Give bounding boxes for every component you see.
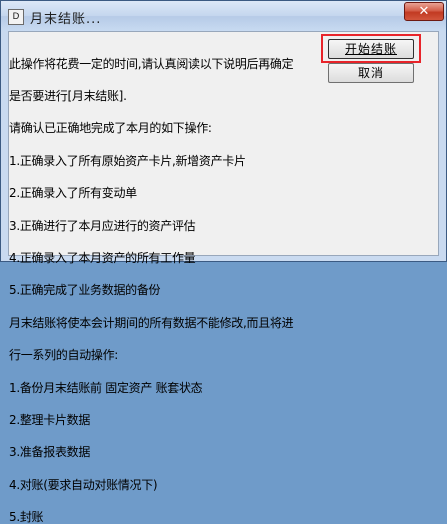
start-closing-label: 开始结账 (344, 42, 397, 56)
message-line: 2.正确录入了所有变动单 (9, 186, 137, 201)
dialog-body: 此操作将花费一定的时间,请认真阅读以下说明后再确定 是否要进行[月末结账]. 请… (8, 31, 439, 523)
message-line: 3.正确进行了本月应进行的资产评估 (9, 218, 196, 233)
close-button[interactable]: ✕ (404, 2, 444, 21)
start-closing-button[interactable]: 开始结账 (328, 39, 414, 59)
message-line: 请确认已正确地完成了本月的如下操作: (9, 121, 212, 136)
message-line: 1.正确录入了所有原始资产卡片,新增资产卡片 (9, 153, 246, 168)
message-line: 1.备份月末结账前 固定资产 账套状态 (9, 380, 203, 395)
message-line: 月末结账将使本会计期间的所有数据不能修改,而且将进 (9, 315, 294, 330)
message-line: 行一系列的自动操作: (9, 348, 119, 363)
message-line: 是否要进行[月末结账]. (9, 88, 127, 103)
message-line: 此操作将花费一定的时间,请认真阅读以下说明后再确定 (9, 56, 294, 71)
message-line: 4.正确录入了本月资产的所有工作量 (9, 250, 196, 265)
instruction-text: 此操作将花费一定的时间,请认真阅读以下说明后再确定 是否要进行[月末结账]. 请… (9, 37, 317, 524)
cancel-button[interactable]: 取消 (328, 63, 414, 83)
window-title: 月末结账... (30, 12, 102, 27)
app-document-icon: D (8, 9, 24, 25)
title-bar[interactable]: D 月末结账... ✕ (1, 1, 446, 31)
message-line: 3.准备报表数据 (9, 445, 91, 460)
message-line: 5.封账 (9, 510, 44, 524)
message-line: 5.正确完成了业务数据的备份 (9, 283, 161, 298)
message-line: 2.整理卡片数据 (9, 412, 91, 427)
dialog-window: D 月末结账... ✕ 此操作将花费一定的时间,请认真阅读以下说明后再确定 是否… (0, 0, 447, 523)
message-line: 4.对账(要求自动对账情况下) (9, 477, 158, 492)
